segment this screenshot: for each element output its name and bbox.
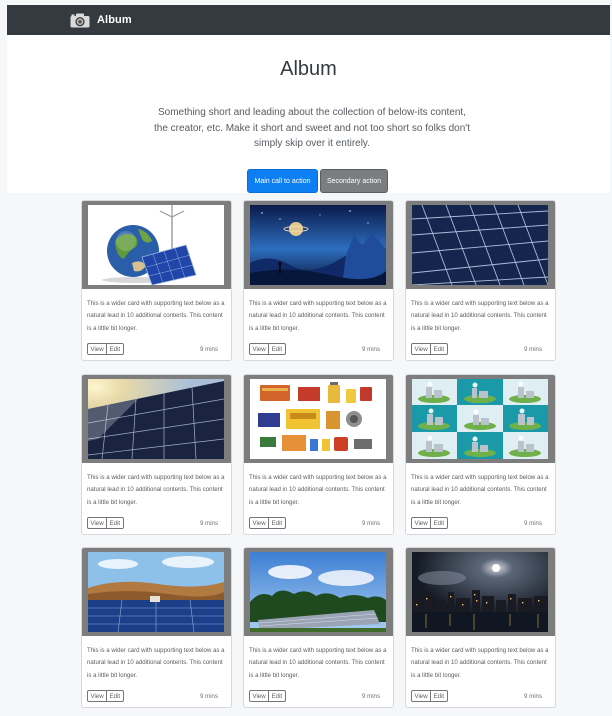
card-text: This is a wider card with supporting tex… [249, 647, 387, 679]
view-button[interactable]: View [87, 343, 108, 355]
globe-solar-panel-image [88, 205, 224, 285]
solar-panels-sunlight-image [88, 379, 224, 459]
card-button-group: View Edit [87, 690, 124, 702]
card-text: This is a wider card with supporting tex… [411, 647, 549, 679]
card-thumbnail[interactable] [244, 375, 393, 463]
edit-button[interactable]: Edit [269, 690, 286, 702]
card-thumbnail[interactable] [82, 375, 231, 463]
lead-text: Something short and leading about the co… [154, 107, 470, 149]
card-button-group: View Edit [411, 517, 448, 529]
card-thumbnail[interactable] [406, 201, 555, 289]
navbar: Album [7, 5, 610, 35]
card-text: This is a wider card with supporting tex… [411, 474, 549, 506]
view-button[interactable]: View [87, 517, 108, 529]
card-text: This is a wider card with supporting tex… [87, 474, 225, 506]
album-card: This is a wider card with supporting tex… [405, 547, 556, 708]
edit-button[interactable]: Edit [107, 517, 124, 529]
brand-label: Album [97, 14, 132, 26]
card-time: 9 mins [200, 693, 218, 700]
album-card: This is a wider card with supporting tex… [243, 374, 394, 535]
city-night-skyline-image [412, 552, 548, 632]
card-thumbnail[interactable] [82, 548, 231, 636]
card-button-group: View Edit [249, 343, 286, 355]
card-thumbnail[interactable] [244, 201, 393, 289]
card-time: 9 mins [200, 520, 218, 527]
card-button-group: View Edit [249, 690, 286, 702]
album-card: This is a wider card with supporting tex… [243, 547, 394, 708]
edit-button[interactable]: Edit [431, 343, 448, 355]
edit-button[interactable]: Edit [269, 343, 286, 355]
card-text: This is a wider card with supporting tex… [249, 300, 387, 332]
page-title: Album [280, 58, 337, 80]
card-time: 9 mins [524, 520, 542, 527]
album-card: This is a wider card with supporting tex… [81, 547, 232, 708]
card-time: 9 mins [524, 693, 542, 700]
album-card: This is a wider card with supporting tex… [81, 374, 232, 535]
camera-icon [70, 13, 90, 27]
battery-components-image [250, 379, 386, 459]
album-card: This is a wider card with supporting tex… [405, 200, 556, 361]
card-time: 9 mins [362, 346, 380, 353]
card-time: 9 mins [362, 693, 380, 700]
card-text: This is a wider card with supporting tex… [87, 300, 225, 332]
card-thumbnail[interactable] [82, 201, 231, 289]
edit-button[interactable]: Edit [107, 690, 124, 702]
edit-button[interactable]: Edit [107, 343, 124, 355]
album-card: This is a wider card with supporting tex… [405, 374, 556, 535]
edit-button[interactable]: Edit [431, 690, 448, 702]
card-button-group: View Edit [411, 690, 448, 702]
solar-field-trees-image [250, 552, 386, 632]
power-plant-icons-grid-image [412, 379, 548, 459]
card-time: 9 mins [524, 346, 542, 353]
view-button[interactable]: View [411, 343, 432, 355]
card-time: 9 mins [362, 520, 380, 527]
edit-button[interactable]: Edit [431, 517, 448, 529]
card-button-group: View Edit [249, 517, 286, 529]
card-text: This is a wider card with supporting tex… [411, 300, 549, 332]
card-text: This is a wider card with supporting tex… [87, 647, 225, 679]
edit-button[interactable]: Edit [269, 517, 286, 529]
card-thumbnail[interactable] [244, 548, 393, 636]
view-button[interactable]: View [411, 517, 432, 529]
card-time: 9 mins [200, 346, 218, 353]
solar-farm-hills-image [88, 552, 224, 632]
album-card: This is a wider card with supporting tex… [81, 200, 232, 361]
card-button-group: View Edit [87, 517, 124, 529]
secondary-action-button[interactable]: Secondary action [320, 169, 388, 193]
view-button[interactable]: View [249, 690, 270, 702]
card-button-group: View Edit [411, 343, 448, 355]
space-planet-landscape-image [250, 205, 386, 285]
card-thumbnail[interactable] [406, 548, 555, 636]
view-button[interactable]: View [249, 517, 270, 529]
view-button[interactable]: View [411, 690, 432, 702]
card-thumbnail[interactable] [406, 375, 555, 463]
album-card: This is a wider card with supporting tex… [243, 200, 394, 361]
solar-panel-closeup-image [412, 205, 548, 285]
card-button-group: View Edit [87, 343, 124, 355]
main-cta-button[interactable]: Main call to action [247, 169, 318, 193]
view-button[interactable]: View [87, 690, 108, 702]
card-text: This is a wider card with supporting tex… [249, 474, 387, 506]
navbar-brand[interactable]: Album [70, 13, 132, 28]
view-button[interactable]: View [249, 343, 270, 355]
